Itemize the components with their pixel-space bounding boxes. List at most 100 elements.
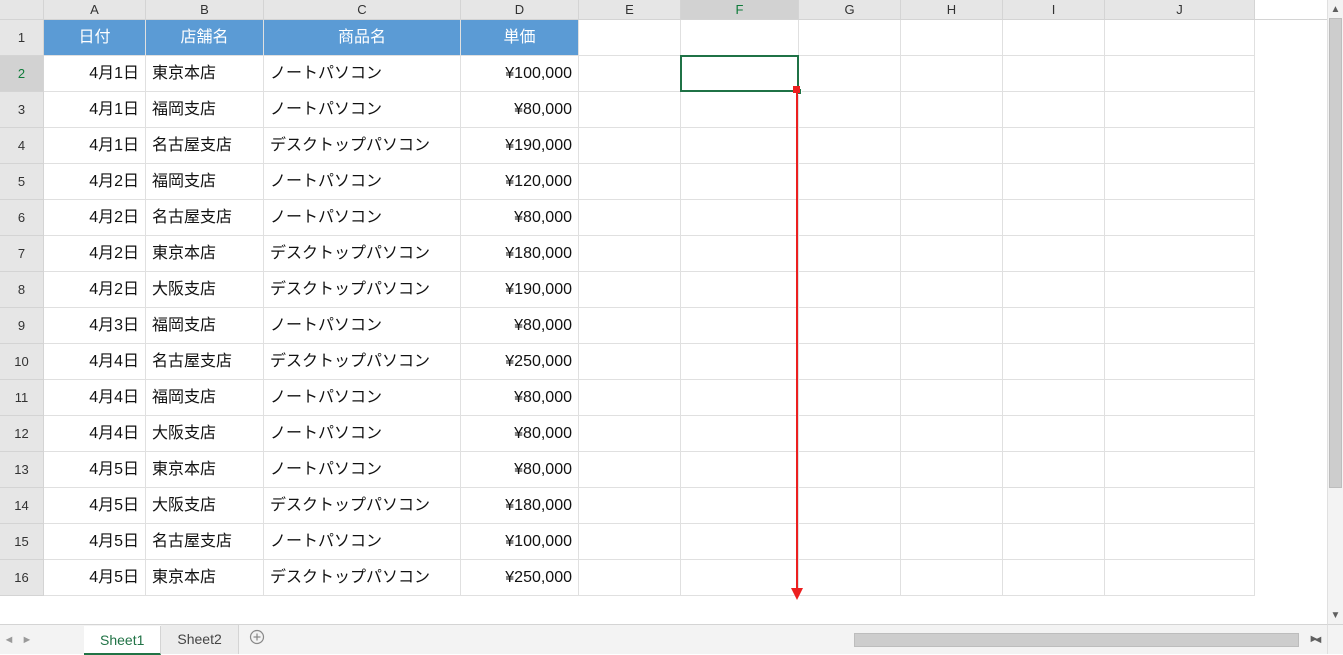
cell[interactable] — [681, 164, 799, 200]
cell[interactable] — [1105, 56, 1255, 92]
cell[interactable]: 大阪支店 — [146, 272, 264, 308]
cell[interactable]: 名古屋支店 — [146, 344, 264, 380]
cell[interactable] — [579, 200, 681, 236]
cell[interactable]: 東京本店 — [146, 452, 264, 488]
cell[interactable]: 4月2日 — [44, 200, 146, 236]
cell[interactable]: ¥80,000 — [461, 308, 579, 344]
horizontal-scroll-track[interactable] — [854, 631, 1299, 649]
cell[interactable]: 名古屋支店 — [146, 524, 264, 560]
row-header-14[interactable]: 14 — [0, 488, 44, 524]
cell[interactable]: 4月2日 — [44, 272, 146, 308]
cell[interactable] — [1003, 308, 1105, 344]
cell[interactable]: ¥180,000 — [461, 488, 579, 524]
cell[interactable] — [579, 452, 681, 488]
cell[interactable] — [1003, 92, 1105, 128]
cell[interactable]: ノートパソコン — [264, 524, 461, 560]
cell[interactable]: デスクトップパソコン — [264, 128, 461, 164]
scroll-right-button[interactable]: ► — [1305, 630, 1323, 648]
cell[interactable]: 福岡支店 — [146, 380, 264, 416]
cell[interactable] — [1105, 560, 1255, 596]
cell[interactable] — [579, 524, 681, 560]
cell[interactable] — [579, 488, 681, 524]
row-header-1[interactable]: 1 — [0, 20, 44, 56]
row-header-12[interactable]: 12 — [0, 416, 44, 452]
cell[interactable]: デスクトップパソコン — [264, 560, 461, 596]
cell[interactable]: 4月2日 — [44, 236, 146, 272]
cell[interactable] — [901, 164, 1003, 200]
cell[interactable] — [579, 56, 681, 92]
cell[interactable] — [681, 524, 799, 560]
cell[interactable] — [799, 308, 901, 344]
cell[interactable] — [901, 92, 1003, 128]
cell[interactable] — [1003, 416, 1105, 452]
cell[interactable] — [901, 56, 1003, 92]
cell[interactable] — [799, 488, 901, 524]
cell[interactable] — [579, 128, 681, 164]
cell[interactable]: 商品名 — [264, 20, 461, 56]
scroll-down-button[interactable]: ▼ — [1328, 606, 1343, 624]
sheet-tab-sheet1[interactable]: Sheet1 — [84, 626, 161, 655]
cell[interactable] — [681, 452, 799, 488]
cell[interactable]: ¥190,000 — [461, 128, 579, 164]
cell[interactable] — [579, 20, 681, 56]
row-header-4[interactable]: 4 — [0, 128, 44, 164]
cell[interactable]: 4月5日 — [44, 488, 146, 524]
cell[interactable]: ¥190,000 — [461, 272, 579, 308]
cell[interactable]: 4月4日 — [44, 416, 146, 452]
cell[interactable] — [901, 128, 1003, 164]
cell[interactable] — [1003, 452, 1105, 488]
cell[interactable] — [901, 380, 1003, 416]
cell[interactable] — [799, 524, 901, 560]
cell[interactable]: 4月5日 — [44, 524, 146, 560]
cell[interactable] — [901, 308, 1003, 344]
cell[interactable] — [1105, 452, 1255, 488]
column-header-H[interactable]: H — [901, 0, 1003, 19]
cell[interactable] — [799, 56, 901, 92]
cell[interactable] — [1003, 560, 1105, 596]
cell[interactable] — [1105, 488, 1255, 524]
cell[interactable] — [1105, 344, 1255, 380]
cell[interactable]: 東京本店 — [146, 56, 264, 92]
vertical-scroll-thumb[interactable] — [1329, 18, 1342, 488]
cell[interactable] — [1105, 128, 1255, 164]
row-header-6[interactable]: 6 — [0, 200, 44, 236]
cell[interactable]: ¥120,000 — [461, 164, 579, 200]
grid-body[interactable]: 1日付店舗名商品名単価24月1日東京本店ノートパソコン¥100,00034月1日… — [0, 20, 1327, 624]
cell[interactable] — [901, 200, 1003, 236]
cell[interactable] — [681, 200, 799, 236]
cell[interactable] — [1105, 308, 1255, 344]
cell[interactable]: 4月5日 — [44, 560, 146, 596]
row-header-7[interactable]: 7 — [0, 236, 44, 272]
cell[interactable]: ノートパソコン — [264, 380, 461, 416]
column-header-A[interactable]: A — [44, 0, 146, 19]
row-header-9[interactable]: 9 — [0, 308, 44, 344]
cell[interactable] — [681, 488, 799, 524]
cell[interactable]: 福岡支店 — [146, 308, 264, 344]
cell[interactable]: デスクトップパソコン — [264, 272, 461, 308]
cell[interactable] — [1105, 20, 1255, 56]
cell[interactable]: ¥250,000 — [461, 560, 579, 596]
row-header-3[interactable]: 3 — [0, 92, 44, 128]
cell[interactable]: 福岡支店 — [146, 92, 264, 128]
cell[interactable]: 東京本店 — [146, 236, 264, 272]
cell[interactable] — [1003, 20, 1105, 56]
cell[interactable] — [579, 236, 681, 272]
cell[interactable] — [681, 560, 799, 596]
cell[interactable] — [579, 272, 681, 308]
cell[interactable] — [681, 128, 799, 164]
cell[interactable] — [799, 272, 901, 308]
cell[interactable]: ノートパソコン — [264, 56, 461, 92]
cell[interactable] — [579, 92, 681, 128]
tab-scroll-left-button[interactable]: ◄ — [0, 626, 18, 654]
vertical-scroll-track[interactable] — [1328, 18, 1343, 606]
column-header-F[interactable]: F — [681, 0, 799, 19]
cell[interactable]: ¥250,000 — [461, 344, 579, 380]
cell[interactable] — [681, 56, 799, 92]
cell[interactable]: ¥80,000 — [461, 92, 579, 128]
cell[interactable] — [1003, 128, 1105, 164]
cell[interactable] — [901, 272, 1003, 308]
cell[interactable]: 4月5日 — [44, 452, 146, 488]
cell[interactable]: ノートパソコン — [264, 164, 461, 200]
cell[interactable] — [681, 416, 799, 452]
cell[interactable] — [681, 272, 799, 308]
